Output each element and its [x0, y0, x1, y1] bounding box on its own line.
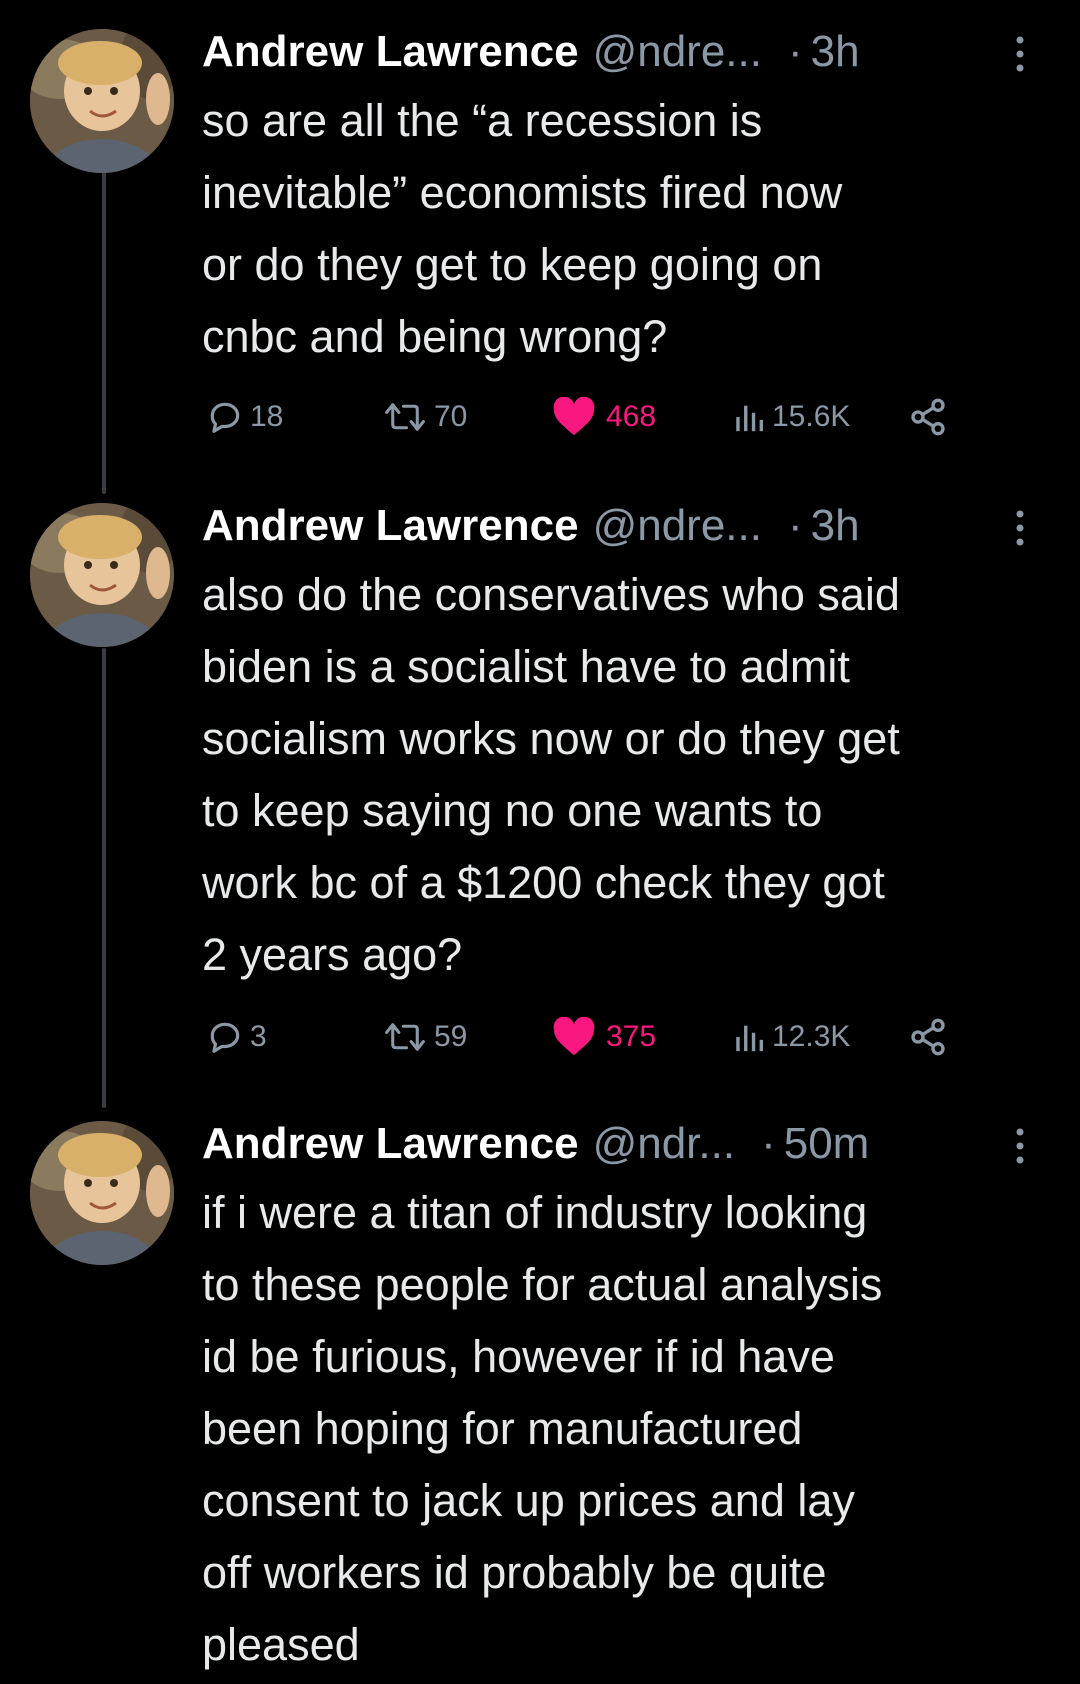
display-name[interactable]: Andrew Lawrence [202, 496, 579, 556]
tweet-header: Andrew Lawrence @ndre... · 3h [202, 22, 1052, 82]
tweet-actions: 3 59 375 12.3K [202, 1012, 962, 1062]
more-vertical-icon[interactable] [1014, 508, 1026, 548]
tweet-text: also do the conservatives who said biden… [202, 569, 900, 980]
handle[interactable]: @ndr... [593, 1114, 736, 1174]
reply-button[interactable]: 3 [206, 1012, 267, 1062]
thread-line [102, 172, 106, 494]
thread-line [102, 648, 106, 1108]
share-icon [911, 1018, 945, 1056]
display-name[interactable]: Andrew Lawrence [202, 1114, 579, 1174]
retweet-button[interactable]: 70 [382, 392, 467, 442]
views-count: 12.3K [772, 1020, 851, 1053]
share-button[interactable] [908, 392, 948, 442]
handle[interactable]: @ndre... [593, 22, 762, 82]
more-vertical-icon[interactable] [1014, 34, 1026, 74]
views-button[interactable]: 15.6K [732, 392, 850, 442]
views-button[interactable]: 12.3K [732, 1012, 850, 1062]
like-count: 468 [606, 400, 657, 433]
avatar[interactable] [30, 1121, 174, 1265]
timestamp[interactable]: 50m [784, 1114, 870, 1174]
reply-icon [210, 1022, 240, 1053]
separator: · [787, 27, 803, 76]
views-icon [736, 1025, 764, 1052]
timestamp[interactable]: 3h [811, 22, 860, 82]
retweet-button[interactable]: 59 [382, 1012, 467, 1062]
tweet-actions: 18 70 468 15.6K [202, 392, 962, 442]
timestamp[interactable]: 3h [811, 496, 860, 556]
avatar-photo [30, 29, 174, 173]
share-button[interactable] [908, 1012, 948, 1062]
avatar[interactable] [30, 29, 174, 173]
retweet-icon [385, 1023, 425, 1051]
avatar-photo [30, 503, 174, 647]
heart-icon [553, 397, 595, 436]
tweet-header: Andrew Lawrence @ndr... · 50m [202, 1114, 1052, 1174]
tweet-text: so are all the “a recession is inevitabl… [202, 95, 843, 362]
more-vertical-icon[interactable] [1014, 1126, 1026, 1166]
reply-button[interactable]: 18 [206, 392, 283, 442]
tweet-header: Andrew Lawrence @ndre... · 3h [202, 496, 1052, 556]
retweet-icon [385, 403, 425, 431]
reply-icon [210, 402, 240, 433]
retweet-count: 59 [434, 1020, 468, 1053]
tweet-text: if i were a titan of industry looking to… [202, 1187, 883, 1670]
views-count: 15.6K [772, 400, 851, 433]
reply-count: 3 [250, 1020, 267, 1053]
like-button[interactable]: 375 [552, 1012, 656, 1062]
heart-icon [553, 1017, 595, 1056]
like-count: 375 [606, 1020, 657, 1053]
views-icon [736, 405, 764, 432]
display-name[interactable]: Andrew Lawrence [202, 22, 579, 82]
separator: · [787, 501, 803, 550]
like-button[interactable]: 468 [552, 392, 656, 442]
avatar-photo [30, 1121, 174, 1265]
retweet-count: 70 [434, 400, 468, 433]
separator: · [761, 1119, 776, 1168]
handle[interactable]: @ndre... [593, 496, 762, 556]
avatar[interactable] [30, 503, 174, 647]
share-icon [911, 398, 945, 436]
reply-count: 18 [250, 400, 284, 433]
